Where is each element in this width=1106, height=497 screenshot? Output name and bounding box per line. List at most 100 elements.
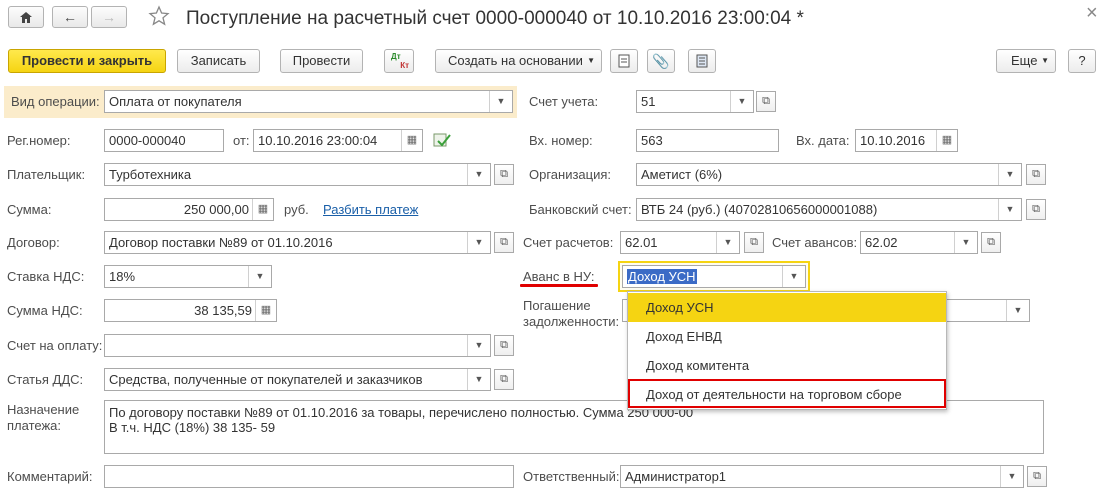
- contract-label: Договор:: [7, 235, 60, 250]
- responsible-open-button[interactable]: ⧉: [1027, 466, 1047, 487]
- settlement-account-label: Счет расчетов:: [523, 235, 614, 250]
- chevron-down-icon: ▼: [489, 91, 512, 112]
- paperclip-icon: 📎: [652, 53, 670, 69]
- debt-repayment-label-line2: задолженности:: [523, 314, 620, 329]
- back-button[interactable]: ←: [52, 6, 88, 28]
- chevron-down-icon: ▼: [730, 91, 753, 112]
- advance-nu-label: Аванс в НУ:: [523, 269, 595, 284]
- date-field[interactable]: 10.10.2016 23:00:04 ▦: [253, 129, 423, 152]
- cash-flow-item-select[interactable]: Средства, полученные от покупателей и за…: [104, 368, 491, 391]
- chevron-down-icon: ▼: [467, 369, 490, 390]
- organization-open-button[interactable]: ⧉: [1026, 164, 1046, 185]
- dropdown-item-committent[interactable]: Доход комитента: [628, 351, 946, 380]
- chevron-down-icon: ▼: [467, 232, 490, 253]
- advance-account-select[interactable]: 62.02 ▼: [860, 231, 978, 254]
- chevron-down-icon: ▼: [248, 266, 271, 287]
- in-date-label: Вх. дата:: [796, 133, 850, 148]
- vat-amount-label: Сумма НДС:: [7, 303, 83, 318]
- home-button[interactable]: [8, 6, 44, 28]
- chevron-down-icon: ▼: [954, 232, 977, 253]
- advance-account-label: Счет авансов:: [772, 235, 858, 250]
- settlement-account-select[interactable]: 62.01 ▼: [620, 231, 740, 254]
- save-button[interactable]: Записать: [177, 49, 260, 73]
- more-button[interactable]: Еще ▼: [996, 49, 1056, 73]
- arrow-right-icon: →: [102, 9, 116, 25]
- organization-select[interactable]: Аметист (6%) ▼: [636, 163, 1022, 186]
- attach-button[interactable]: 📎: [647, 49, 675, 73]
- operation-type-select[interactable]: Оплата от покупателя ▼: [104, 90, 513, 113]
- calendar-icon[interactable]: ▦: [401, 130, 422, 151]
- chevron-down-icon: ▼: [1006, 300, 1029, 321]
- calculator-icon[interactable]: ▦: [252, 199, 273, 220]
- contract-open-button[interactable]: ⧉: [494, 232, 514, 253]
- chevron-down-icon: ▼: [587, 56, 595, 65]
- list-icon: [696, 54, 708, 68]
- bank-account-label: Банковский счет:: [529, 202, 632, 217]
- invoice-select[interactable]: ▼: [104, 334, 491, 357]
- window-title: Поступление на расчетный счет 0000-00004…: [186, 8, 804, 29]
- vat-amount-field[interactable]: 38 135,59 ▦: [104, 299, 277, 322]
- settlement-account-open-button[interactable]: ⧉: [744, 232, 764, 253]
- bank-account-open-button[interactable]: ⧉: [1026, 199, 1046, 220]
- calculator-icon[interactable]: ▦: [255, 300, 276, 321]
- account-open-button[interactable]: ⧉: [756, 91, 776, 112]
- payer-label: Плательщик:: [7, 167, 86, 182]
- purpose-label-line2: платежа:: [7, 418, 61, 433]
- account-select[interactable]: 51 ▼: [636, 90, 754, 113]
- purpose-label-line1: Назначение: [7, 402, 80, 417]
- vat-rate-label: Ставка НДС:: [7, 269, 85, 284]
- cash-flow-item-open-button[interactable]: ⧉: [494, 369, 514, 390]
- dropdown-item-usn[interactable]: Доход УСН: [628, 293, 946, 322]
- amount-field[interactable]: 250 000,00 ▦: [104, 198, 274, 221]
- comment-field[interactable]: [104, 465, 514, 488]
- amount-label: Сумма:: [7, 202, 52, 217]
- arrow-left-icon: ←: [63, 9, 77, 25]
- home-icon: [20, 12, 32, 23]
- create-based-on-label: Создать на основании: [448, 53, 583, 68]
- forward-button[interactable]: →: [91, 6, 127, 28]
- chevron-down-icon: ▼: [782, 266, 805, 287]
- responsible-select[interactable]: Администратор1 ▼: [620, 465, 1024, 488]
- chevron-down-icon: ▼: [1000, 466, 1023, 487]
- reg-number-field[interactable]: 0000-000040: [104, 129, 224, 152]
- payer-select[interactable]: Турботехника ▼: [104, 163, 491, 186]
- account-label: Счет учета:: [529, 94, 599, 109]
- journal-button[interactable]: [688, 49, 716, 73]
- bank-account-select[interactable]: ВТБ 24 (руб.) (40702810656000001088) ▼: [636, 198, 1022, 221]
- close-icon[interactable]: ×: [1086, 2, 1098, 25]
- advance-account-open-button[interactable]: ⧉: [981, 232, 1001, 253]
- print-button[interactable]: [610, 49, 638, 73]
- more-label: Еще: [1011, 53, 1038, 68]
- chevron-down-icon: ▼: [467, 164, 490, 185]
- favorite-star-icon[interactable]: [148, 5, 172, 29]
- in-number-label: Вх. номер:: [529, 133, 593, 148]
- chevron-down-icon: ▼: [716, 232, 739, 253]
- vat-rate-select[interactable]: 18% ▼: [104, 265, 272, 288]
- payer-open-button[interactable]: ⧉: [494, 164, 514, 185]
- split-payment-link[interactable]: Разбить платеж: [323, 202, 418, 217]
- annotation-red-box: [628, 379, 946, 408]
- posted-status-icon: [432, 130, 452, 150]
- invoice-label: Счет на оплату:: [7, 338, 103, 353]
- from-label: от:: [233, 133, 250, 148]
- chevron-down-icon: ▼: [467, 335, 490, 356]
- calendar-icon[interactable]: ▦: [936, 130, 957, 151]
- post-and-close-button[interactable]: Провести и закрыть: [8, 49, 166, 73]
- contract-select[interactable]: Договор поставки №89 от 01.10.2016 ▼: [104, 231, 491, 254]
- create-based-on-button[interactable]: Создать на основании ▼: [435, 49, 602, 73]
- help-button[interactable]: ?: [1068, 49, 1096, 73]
- debt-repayment-label-line1: Погашение: [523, 298, 591, 313]
- document-icon: [618, 54, 630, 68]
- cash-flow-item-label: Статья ДДС:: [7, 372, 84, 387]
- annotation-underline: [520, 284, 598, 287]
- invoice-open-button[interactable]: ⧉: [494, 335, 514, 356]
- comment-label: Комментарий:: [7, 469, 93, 484]
- in-date-field[interactable]: 10.10.2016 ▦: [855, 129, 958, 152]
- post-button[interactable]: Провести: [280, 49, 363, 73]
- dropdown-item-envd[interactable]: Доход ЕНВД: [628, 322, 946, 351]
- advance-nu-select[interactable]: Доход УСН ▼: [622, 265, 806, 288]
- dt-kt-icon: Дт Кт: [391, 52, 409, 70]
- in-number-field[interactable]: 563: [636, 129, 779, 152]
- operation-type-label: Вид операции:: [11, 94, 100, 109]
- dt-kt-button[interactable]: Дт Кт: [384, 49, 414, 73]
